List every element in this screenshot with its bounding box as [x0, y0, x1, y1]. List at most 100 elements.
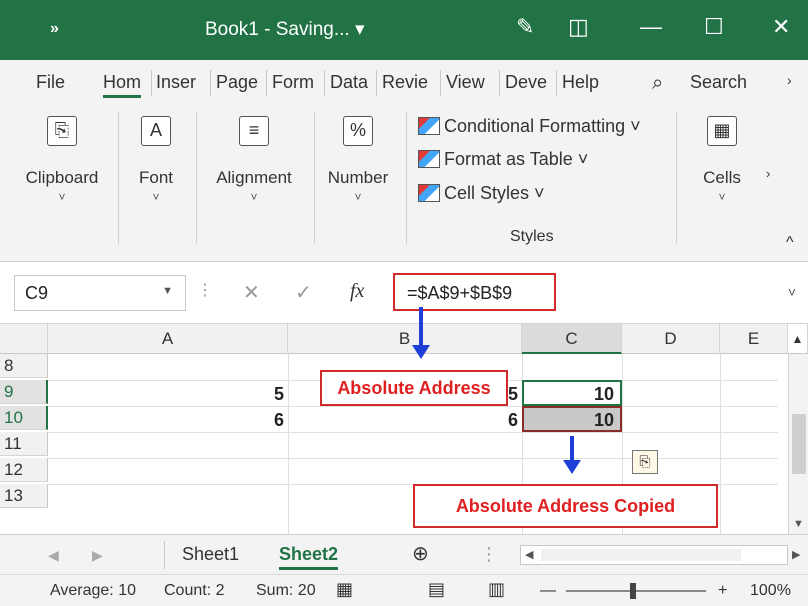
- page-layout-view-icon[interactable]: ▤: [428, 579, 445, 600]
- grid-line: [48, 432, 778, 433]
- cell-a9[interactable]: 5: [200, 384, 284, 405]
- zoom-out-icon[interactable]: —: [540, 582, 556, 600]
- ribbon-display-icon[interactable]: ◫: [568, 14, 589, 40]
- formula-bar: C9 ▼ ⋮ ✕ ✓ fx =$A$9+$B$9 ˅: [0, 262, 808, 324]
- group-divider: [406, 112, 407, 244]
- row-header-12[interactable]: 12: [0, 458, 48, 482]
- horizontal-scrollbar[interactable]: ◀: [520, 545, 788, 565]
- column-header-b[interactable]: B: [288, 324, 522, 354]
- cell-b10[interactable]: 6: [440, 410, 518, 431]
- scroll-down-icon[interactable]: ▼: [793, 518, 804, 530]
- vertical-scrollbar[interactable]: ▼: [788, 354, 808, 534]
- chevron-down-icon[interactable]: ▼: [162, 285, 173, 297]
- tab-review[interactable]: Revie: [382, 72, 428, 93]
- row-header-8[interactable]: 8: [0, 354, 48, 378]
- window-title[interactable]: Book1 - Saving... ▾: [205, 18, 365, 41]
- cell-c10: 10: [593, 410, 614, 430]
- expand-formula-bar-icon[interactable]: ˅: [788, 284, 796, 300]
- scroll-left-icon[interactable]: ◀: [525, 548, 533, 561]
- zoom-slider[interactable]: [566, 583, 706, 599]
- tab-developer[interactable]: Deve: [505, 72, 547, 93]
- pasted-cell-c10[interactable]: 10: [522, 406, 622, 432]
- cell-styles-button[interactable]: Cell Styles ˅: [418, 183, 545, 204]
- enter-icon[interactable]: ✓: [295, 280, 312, 305]
- insert-function-icon[interactable]: fx: [350, 280, 364, 303]
- next-sheet-icon[interactable]: ▶: [92, 547, 103, 564]
- chevron-down-icon: ˅: [718, 190, 726, 204]
- cells-label: Cells: [703, 168, 741, 187]
- scrollbar-thumb[interactable]: [541, 549, 741, 561]
- select-all-corner[interactable]: [0, 324, 48, 354]
- selected-cell-c9[interactable]: 10: [522, 380, 622, 406]
- name-box[interactable]: C9 ▼: [14, 275, 186, 311]
- page-break-preview-icon[interactable]: ▥: [488, 579, 505, 600]
- grid-line: [288, 354, 289, 534]
- search-label[interactable]: Search: [690, 72, 747, 93]
- name-box-value: C9: [25, 283, 49, 303]
- quick-access-overflow-button[interactable]: »: [50, 20, 59, 38]
- format-as-table-button[interactable]: Format as Table ˅: [418, 149, 588, 170]
- column-header-d[interactable]: D: [622, 324, 720, 354]
- clipboard-group[interactable]: ⎘ Clipboard ˅: [18, 116, 106, 204]
- zoom-level[interactable]: 100%: [750, 582, 791, 600]
- column-header-a[interactable]: A: [48, 324, 288, 354]
- tab-help[interactable]: Help: [562, 72, 599, 93]
- more-options-icon[interactable]: ⋮: [480, 544, 498, 565]
- tab-data[interactable]: Data: [330, 72, 368, 93]
- pen-icon[interactable]: ✎: [516, 14, 534, 40]
- number-group[interactable]: % Number ˅: [318, 116, 398, 204]
- scrollbar-thumb[interactable]: [792, 414, 806, 474]
- paste-options-icon[interactable]: ⎘: [632, 450, 658, 474]
- cell-styles-label: Cell Styles ˅: [444, 183, 545, 203]
- row-header-13[interactable]: 13: [0, 484, 48, 508]
- row-header-11[interactable]: 11: [0, 432, 48, 456]
- tab-insert[interactable]: Inser: [156, 72, 196, 93]
- ribbon-scroll-right-icon[interactable]: ›: [766, 166, 770, 181]
- worksheet-grid: A B C D E ▲ 8 9 10 11 12 13 5 6 5 6 10 1…: [0, 307, 808, 534]
- cancel-icon[interactable]: ✕: [243, 280, 260, 305]
- close-icon[interactable]: ✕: [772, 14, 790, 40]
- sheet-tab-sheet1[interactable]: Sheet1: [182, 544, 239, 565]
- font-group[interactable]: A Font ˅: [128, 116, 184, 204]
- conditional-formatting-button[interactable]: Conditional Formatting ˅: [418, 116, 641, 137]
- alignment-group[interactable]: ≡ Alignment ˅: [204, 116, 304, 204]
- tab-divider: [440, 70, 441, 96]
- sheet-tab-sheet2[interactable]: Sheet2: [279, 544, 339, 570]
- row-header-10[interactable]: 10: [0, 406, 48, 430]
- more-options-icon[interactable]: ⋮: [197, 280, 213, 300]
- tab-home[interactable]: Hom: [103, 72, 142, 98]
- grid-line: [720, 354, 721, 534]
- zoom-slider-thumb[interactable]: [630, 583, 636, 599]
- prev-sheet-icon[interactable]: ◀: [48, 547, 59, 564]
- cell-styles-icon: [418, 184, 440, 202]
- column-header-e[interactable]: E: [720, 324, 788, 354]
- zoom-in-icon[interactable]: +: [718, 582, 727, 600]
- column-header-c[interactable]: C: [522, 324, 622, 354]
- formula-text: =$A$9+$B$9: [407, 283, 513, 303]
- minimize-icon[interactable]: —: [640, 14, 662, 40]
- tab-view[interactable]: View: [446, 72, 485, 93]
- scroll-up-icon[interactable]: ▲: [788, 324, 808, 354]
- collapse-ribbon-icon[interactable]: ^: [786, 234, 794, 252]
- tab-file[interactable]: File: [36, 72, 65, 93]
- formula-input[interactable]: =$A$9+$B$9: [393, 273, 556, 311]
- arrow-down-icon: [412, 307, 430, 359]
- conditional-formatting-icon: [418, 117, 440, 135]
- maximize-icon[interactable]: ☐: [704, 14, 724, 40]
- chevron-down-icon: ˅: [152, 190, 160, 204]
- search-icon[interactable]: ⌕: [652, 72, 663, 95]
- tabs-scroll-right-icon[interactable]: ›: [787, 72, 792, 88]
- tab-divider: [324, 70, 325, 96]
- normal-view-icon[interactable]: ▦: [336, 579, 353, 600]
- row-header-9[interactable]: 9: [0, 380, 48, 404]
- alignment-label: Alignment: [216, 168, 292, 187]
- cells-group[interactable]: ▦ Cells ˅: [690, 116, 754, 204]
- clipboard-icon: ⎘: [47, 116, 77, 146]
- add-sheet-icon[interactable]: ⊕: [412, 541, 429, 566]
- scroll-right-icon[interactable]: ▶: [792, 548, 800, 561]
- cell-a10[interactable]: 6: [200, 410, 284, 431]
- tab-page-layout[interactable]: Page: [216, 72, 258, 93]
- status-bar: Average: 10 Count: 2 Sum: 20 ▦ ▤ ▥ — + 1…: [0, 574, 808, 606]
- tab-formulas[interactable]: Form: [272, 72, 314, 93]
- tab-divider: [164, 541, 165, 569]
